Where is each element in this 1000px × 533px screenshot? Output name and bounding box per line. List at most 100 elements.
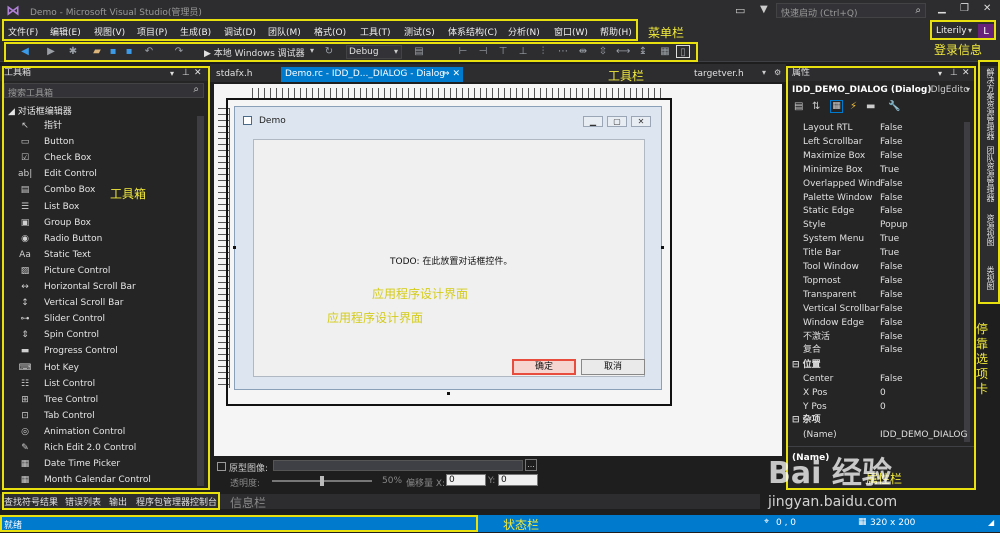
toolbox-item[interactable]: ⇕ Spin Control <box>0 327 190 343</box>
tab-overflow-icon[interactable]: ▾ <box>762 68 766 77</box>
toolbox-close-icon[interactable]: ✕ <box>194 66 202 81</box>
space-across-icon[interactable]: ⇹ <box>576 45 590 58</box>
toolbox-item[interactable]: ✎ Rich Edit 2.0 Control <box>0 440 190 456</box>
property-value[interactable]: False <box>880 330 903 344</box>
center-horizontal-icon[interactable]: ⋯ <box>556 45 570 58</box>
menu-item-8[interactable]: 工具(T) <box>360 25 391 38</box>
toolbox-item[interactable]: ▦ Month Calendar Control <box>0 472 190 488</box>
property-value[interactable]: False <box>880 204 903 218</box>
property-row[interactable]: Topmost False <box>792 274 972 288</box>
property-value[interactable]: True <box>880 246 899 260</box>
menu-item-5[interactable]: 调试(D) <box>224 25 256 38</box>
property-row[interactable]: Minimize Box True <box>792 163 972 177</box>
property-value[interactable]: IDD_DEMO_DIALOG <box>880 428 967 442</box>
align-left-icon[interactable]: ⊢ <box>456 45 470 58</box>
property-row[interactable]: (Name) IDD_DEMO_DIALOG <box>792 428 972 442</box>
redo-icon[interactable]: ↷ <box>172 45 186 58</box>
property-value[interactable]: False <box>880 343 903 357</box>
property-section-position[interactable]: ⊟ 位置 <box>792 358 972 372</box>
property-pages-icon[interactable]: 🔧 <box>888 101 900 112</box>
property-value[interactable]: True <box>880 163 899 177</box>
transparency-slider-thumb[interactable] <box>320 476 324 486</box>
bottom-tab-3[interactable]: 程序包管理器控制台 <box>136 495 217 508</box>
toolbox-item[interactable]: ◉ Radio Button <box>0 231 190 247</box>
same-height-icon[interactable]: ↨ <box>636 45 650 58</box>
notification-icon[interactable]: ▭ <box>735 4 745 17</box>
quick-launch-input[interactable]: 快速启动 (Ctrl+Q) ⌕ <box>776 3 926 19</box>
close-window-button[interactable]: ✕ <box>983 3 991 14</box>
properties-object-name[interactable]: IDD_DEMO_DIALOG (Dialog) <box>792 85 931 95</box>
properties-pin-icon[interactable]: ⊥ <box>950 66 958 81</box>
menu-item-0[interactable]: 文件(F) <box>8 25 38 38</box>
property-row[interactable]: Overlapped Wind False <box>792 177 972 191</box>
toolbox-item[interactable]: ⊡ Tab Control <box>0 408 190 424</box>
properties-view-icon[interactable]: ▦ <box>830 100 843 113</box>
offset-y-input[interactable]: 0 <box>498 474 538 486</box>
filter-icon[interactable]: ▼ <box>760 4 768 15</box>
menu-item-11[interactable]: 分析(N) <box>508 25 540 38</box>
menu-item-10[interactable]: 体系结构(C) <box>448 25 497 38</box>
toolbox-item[interactable]: ⊶ Slider Control <box>0 311 190 327</box>
property-value[interactable]: False <box>880 121 903 135</box>
align-bottom-icon[interactable]: ⊥ <box>516 45 530 58</box>
property-row[interactable]: Layout RTL False <box>792 121 972 135</box>
resize-grip-icon[interactable]: ◢ <box>988 518 994 527</box>
property-value[interactable]: False <box>880 177 903 191</box>
resize-handle-left[interactable] <box>233 246 236 249</box>
toolbox-item[interactable]: ab| Edit Control <box>0 166 190 182</box>
toolbox-scrollbar[interactable] <box>197 116 204 486</box>
menu-item-13[interactable]: 帮助(H) <box>600 25 632 38</box>
minimize-window-button[interactable]: ▁ <box>938 3 946 14</box>
properties-close-icon[interactable]: ✕ <box>962 66 970 81</box>
bottom-tab-2[interactable]: 输出 <box>109 495 127 508</box>
property-value[interactable]: False <box>880 191 903 205</box>
property-value[interactable]: 0 <box>880 400 886 414</box>
properties-dropdown-icon[interactable]: ▾ <box>938 66 942 81</box>
property-row[interactable]: Center False <box>792 372 972 386</box>
tab-stdafx[interactable]: stdafx.h <box>212 67 257 82</box>
menu-item-3[interactable]: 项目(P) <box>137 25 167 38</box>
property-row[interactable]: System Menu True <box>792 232 972 246</box>
space-down-icon[interactable]: ⇳ <box>596 45 610 58</box>
tab-targetver[interactable]: targetver.h <box>690 67 748 82</box>
toolbox-item[interactable]: Aa Static Text <box>0 247 190 263</box>
toolbox-item[interactable]: ↖ 指针 <box>0 118 190 134</box>
toolbox-item[interactable]: ☰ List Box <box>0 199 190 215</box>
property-row[interactable]: Y Pos 0 <box>792 400 972 414</box>
menu-item-4[interactable]: 生成(B) <box>180 25 211 38</box>
toolbox-search-input[interactable]: 搜索工具箱 ⌕ <box>4 83 204 99</box>
bottom-tab-0[interactable]: 查找符号结果 <box>4 495 58 508</box>
undo-icon[interactable]: ↶ <box>142 45 156 58</box>
save-all-icon[interactable]: ▪ <box>122 45 136 58</box>
toolbox-item[interactable]: ⌨ Hot Key <box>0 360 190 376</box>
property-value[interactable]: False <box>880 302 903 316</box>
overlay-browse-button[interactable]: ... <box>525 459 537 471</box>
property-value[interactable]: Popup <box>880 218 908 232</box>
property-row[interactable]: Vertical Scrollbar False <box>792 302 972 316</box>
side-tab-0[interactable]: 解决方案资源管理器 <box>982 66 996 142</box>
property-row[interactable]: Window Edge False <box>792 316 972 330</box>
messages-icon[interactable]: ▬ <box>866 101 875 112</box>
guides-icon[interactable]: ▯ <box>676 45 690 58</box>
property-value[interactable]: False <box>880 135 903 149</box>
tab-demo-rc-controls[interactable]: ⇔ ✕ <box>442 67 460 82</box>
toolbox-item[interactable]: ▦ Date Time Picker <box>0 456 190 472</box>
property-row[interactable]: Transparent False <box>792 288 972 302</box>
resize-handle-right[interactable] <box>661 246 664 249</box>
property-row[interactable]: 复合 False <box>792 343 972 357</box>
overlay-checkbox[interactable] <box>217 462 226 471</box>
menu-item-1[interactable]: 编辑(E) <box>50 25 81 38</box>
open-folder-icon[interactable]: ▰ <box>90 45 104 58</box>
toolbox-item[interactable]: ◎ Animation Control <box>0 424 190 440</box>
property-value[interactable]: False <box>880 274 903 288</box>
toolbox-dropdown-icon[interactable]: ▾ <box>170 66 174 81</box>
toolbox-item[interactable]: ▣ Group Box <box>0 215 190 231</box>
offset-x-input[interactable]: 0 <box>446 474 486 486</box>
toolbox-item[interactable]: ↔ Horizontal Scroll Bar <box>0 279 190 295</box>
property-value[interactable]: True <box>880 232 899 246</box>
toolbox-pin-icon[interactable]: ⊥ <box>182 66 190 81</box>
transparency-slider[interactable] <box>272 476 372 486</box>
run-debugger-button[interactable]: ▶ 本地 Windows 调试器 <box>204 46 305 59</box>
save-icon[interactable]: ▪ <box>106 45 120 58</box>
grid-icon[interactable]: ▦ <box>658 45 672 58</box>
